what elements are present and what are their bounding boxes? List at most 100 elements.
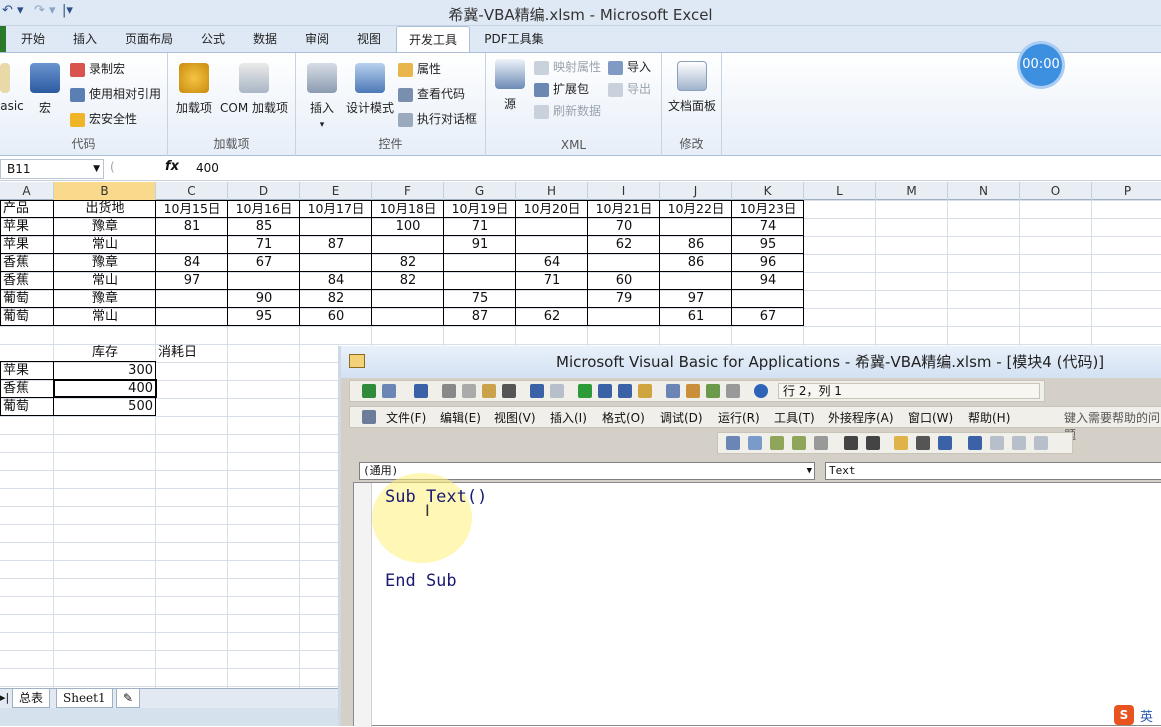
insert-module-icon[interactable] (382, 384, 396, 398)
menu-edit[interactable]: 编辑(E) (440, 409, 481, 426)
cell[interactable]: 81 (156, 218, 228, 236)
column-header-n[interactable]: N (948, 182, 1020, 200)
help-question-input[interactable]: 键入需要帮助的问题 (1064, 409, 1161, 443)
column-header-f[interactable]: F (372, 182, 444, 200)
column-header-m[interactable]: M (876, 182, 948, 200)
cell[interactable]: 84 (300, 272, 372, 290)
run-dialog-button[interactable]: 执行对话框 (398, 109, 477, 129)
indent-icon[interactable] (844, 436, 858, 450)
parameter-info-icon[interactable] (792, 436, 806, 450)
design-mode-icon-vba[interactable] (638, 384, 652, 398)
excel-view-icon[interactable] (362, 384, 376, 398)
cell[interactable]: 10月15日 (156, 200, 228, 218)
properties-window-icon[interactable] (686, 384, 700, 398)
cell[interactable] (516, 218, 588, 236)
cell[interactable]: 10月22日 (660, 200, 732, 218)
cell[interactable] (156, 308, 228, 326)
cell[interactable]: 10月20日 (516, 200, 588, 218)
menu-debug[interactable]: 调试(D) (660, 409, 703, 426)
formula-input[interactable]: 400 (196, 161, 219, 175)
com-addins-button[interactable]: COM 加载项 (218, 63, 290, 116)
toggle-bookmark-icon[interactable] (968, 436, 982, 450)
cell[interactable]: 出货地 (54, 200, 156, 218)
cell[interactable]: 葡萄 (0, 290, 54, 308)
cell[interactable]: 10月17日 (300, 200, 372, 218)
tab-data[interactable]: 数据 (244, 26, 286, 52)
cell[interactable]: 64 (516, 254, 588, 272)
object-browser-icon[interactable] (706, 384, 720, 398)
cell[interactable] (660, 272, 732, 290)
save-icon[interactable] (414, 384, 428, 398)
cell[interactable]: 10月21日 (588, 200, 660, 218)
cell[interactable] (372, 290, 444, 308)
cell[interactable]: 10月16日 (228, 200, 300, 218)
cell[interactable]: 豫章 (54, 218, 156, 236)
cell[interactable]: 79 (588, 290, 660, 308)
breakpoint-hand-icon[interactable] (894, 436, 908, 450)
column-header-a[interactable]: A (0, 182, 54, 200)
cell[interactable] (516, 290, 588, 308)
cell[interactable]: 67 (228, 254, 300, 272)
cell[interactable] (444, 272, 516, 290)
outdent-icon[interactable] (866, 436, 880, 450)
cell[interactable]: 库存 (54, 344, 156, 362)
name-box[interactable]: B11 ▼ (0, 159, 104, 179)
cell[interactable]: 71 (228, 236, 300, 254)
redo-icon-vba[interactable] (550, 384, 564, 398)
cell[interactable]: 96 (732, 254, 804, 272)
column-header-o[interactable]: O (1020, 182, 1092, 200)
cell[interactable] (0, 344, 54, 362)
cell[interactable]: 90 (228, 290, 300, 308)
list-properties-icon[interactable] (726, 436, 740, 450)
quick-info-icon[interactable] (770, 436, 784, 450)
visual-basic-button[interactable]: asic (0, 63, 24, 113)
cell[interactable]: 91 (444, 236, 516, 254)
tab-home[interactable]: 开始 (12, 26, 54, 52)
cell[interactable]: 10月19日 (444, 200, 516, 218)
cell[interactable]: 84 (156, 254, 228, 272)
ime-indicator[interactable]: S 英 (1110, 702, 1161, 726)
cell[interactable]: 消耗日 (156, 344, 228, 362)
cell[interactable]: 94 (732, 272, 804, 290)
tab-developer[interactable]: 开发工具 (396, 26, 470, 52)
cell[interactable]: 500 (54, 398, 156, 416)
menu-tools[interactable]: 工具(T) (774, 409, 815, 426)
help-icon[interactable] (754, 384, 768, 398)
cell[interactable]: 常山 (54, 308, 156, 326)
cell[interactable]: 95 (732, 236, 804, 254)
macro-button[interactable]: 宏 (30, 63, 60, 116)
cell[interactable]: 香蕉 (0, 380, 54, 398)
cell[interactable]: 豫章 (54, 290, 156, 308)
paste-icon[interactable] (482, 384, 496, 398)
uncomment-block-icon[interactable] (938, 436, 952, 450)
column-header-p[interactable]: P (1092, 182, 1161, 200)
xml-source-button[interactable]: 源 (492, 59, 528, 112)
menu-file[interactable]: 文件(F) (386, 409, 426, 426)
cell[interactable]: 71 (444, 218, 516, 236)
list-constants-icon[interactable] (748, 436, 762, 450)
cell[interactable]: 85 (228, 218, 300, 236)
sheet-tab-sheet1[interactable]: Sheet1 (56, 689, 113, 708)
properties-button[interactable]: 属性 (398, 59, 441, 79)
sheet-tab-summary[interactable]: 总表 (12, 689, 51, 708)
code-gutter[interactable] (354, 483, 372, 727)
column-header-i[interactable]: I (588, 182, 660, 200)
cell[interactable]: 香蕉 (0, 254, 54, 272)
record-macro-button[interactable]: 录制宏 (70, 59, 125, 79)
cell[interactable]: 产品 (0, 200, 54, 218)
view-code-button[interactable]: 查看代码 (398, 84, 465, 104)
cell[interactable] (588, 254, 660, 272)
cell[interactable]: 100 (372, 218, 444, 236)
find-icon[interactable] (502, 384, 516, 398)
menu-format[interactable]: 格式(O) (602, 409, 645, 426)
menu-view[interactable]: 视图(V) (494, 409, 536, 426)
cell[interactable]: 87 (300, 236, 372, 254)
cell[interactable]: 豫章 (54, 254, 156, 272)
cell[interactable]: 苹果 (0, 218, 54, 236)
next-bookmark-icon[interactable] (990, 436, 1004, 450)
map-properties-button[interactable]: 映射属性 (534, 57, 601, 77)
cell[interactable]: 95 (228, 308, 300, 326)
menu-addins[interactable]: 外接程序(A) (828, 409, 894, 426)
cell[interactable] (156, 290, 228, 308)
cell[interactable] (156, 236, 228, 254)
